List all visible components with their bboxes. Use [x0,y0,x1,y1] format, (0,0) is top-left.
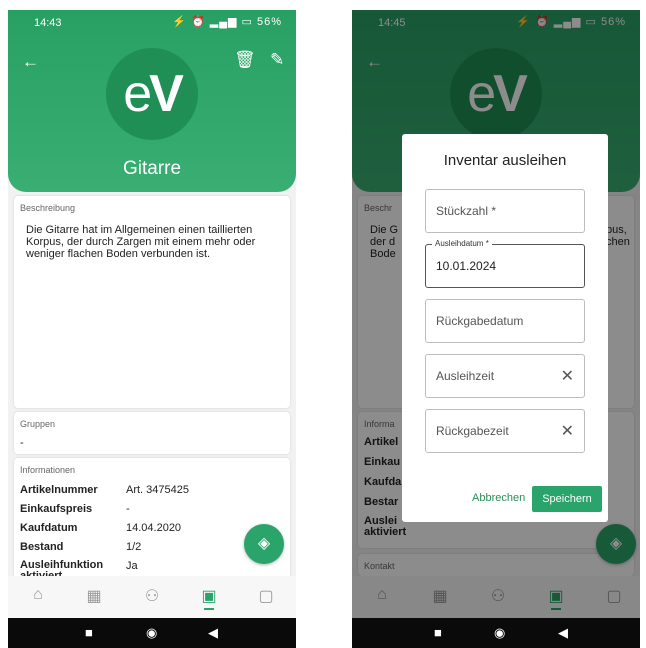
loan-date-label: Ausleihdatum * [432,239,492,248]
info-row: Einkaufspreis - [20,503,280,517]
information-label: Informationen [20,465,76,475]
logo-letter-v: V [149,65,184,123]
back-arrow-icon[interactable]: ← [22,52,39,72]
groups-label: Gruppen [20,419,56,429]
info-value: 1/2 [126,541,142,553]
home-circle-icon[interactable]: ◉ [146,625,157,641]
save-button[interactable]: Speichern [532,486,602,512]
description-card: Beschreibung Die Gitarre hat im Allgemei… [14,196,290,408]
nav-contact-icon[interactable]: ▢ [254,586,278,608]
recent-apps-icon[interactable]: ■ [434,625,442,640]
ev-logo: eV [106,48,198,140]
groups-value: - [20,437,24,449]
nav-inventory-icon[interactable]: ▣ [197,586,221,608]
status-time: 14:43 [34,17,62,29]
status-bar: 14:43 ⚡ ⏰ ▂▄▆ ▭ 56% [8,10,296,36]
loan-date-field[interactable]: Ausleihdatum * 10.01.2024 [425,239,585,288]
info-row: Artikelnummer Art. 3475425 [20,484,280,498]
phone-screen-item-detail: 14:43 ⚡ ⏰ ▂▄▆ ▭ 56% ← 🗑 ✎ eV Gitarre Bes… [8,10,296,648]
system-navigation-bar: ■ ◉ ◀ [8,618,296,648]
system-back-icon[interactable]: ◀ [558,625,568,641]
clear-loan-time-icon[interactable]: ✕ [561,366,574,386]
description-label: Beschreibung [20,203,76,213]
info-value: Art. 3475425 [126,484,189,496]
bottom-navigation: ⌂ ▦ ⚇ ▣ ▢ [8,576,296,618]
info-row: Kaufdatum 14.04.2020 [20,522,280,536]
status-icons: ⚡ ⏰ ▂▄▆ ▭ 56% [172,16,282,28]
cancel-button[interactable]: Abbrechen [472,492,525,504]
system-navigation-bar: ■ ◉ ◀ [352,618,640,648]
dialog-title: Inventar ausleihen [443,152,567,169]
loan-time-field[interactable]: Ausleihzeit ✕ [425,354,585,398]
clear-return-time-icon[interactable]: ✕ [561,421,574,441]
nav-calendar-icon[interactable]: ▦ [82,586,106,608]
return-date-placeholder: Rückgabedatum [436,314,524,328]
return-time-placeholder: Rückgabezeit [436,424,509,438]
info-key: Einkaufspreis [20,503,93,515]
edit-pencil-icon[interactable]: ✎ [270,50,284,70]
nav-home-icon[interactable]: ⌂ [26,586,50,608]
recent-apps-icon[interactable]: ■ [85,625,93,640]
loan-time-placeholder: Ausleihzeit [436,369,495,383]
phone-screen-lend-dialog: 14:45 ⚡ ⏰ ▂▄▆ ▭ 56% ← eV Beschr Die G de… [352,10,640,648]
info-value: 14.04.2020 [126,522,182,534]
item-title: Gitarre [122,158,182,179]
quantity-placeholder: Stückzahl * [436,204,497,218]
home-circle-icon[interactable]: ◉ [494,625,505,641]
lend-tag-icon: ◈ [257,535,271,552]
info-row: Bestand 1/2 [20,541,280,555]
quantity-field[interactable]: Stückzahl * [425,189,585,233]
lend-inventory-dialog: Inventar ausleihen Stückzahl * Ausleihda… [402,134,608,522]
info-value: - [126,503,130,515]
loan-date-value: 10.01.2024 [436,259,497,273]
return-time-field[interactable]: Rückgabezeit ✕ [425,409,585,453]
lend-fab-button[interactable]: ◈ [244,524,284,564]
info-key: Artikelnummer [20,484,98,496]
nav-people-icon[interactable]: ⚇ [140,586,164,608]
nav-active-indicator [204,608,214,610]
information-card: Informationen Artikelnummer Art. 3475425… [14,458,290,578]
info-key: Kaufdatum [20,522,78,534]
logo-letter-e: e [123,65,152,123]
description-text: Die Gitarre hat im Allgemeinen einen tai… [26,224,256,260]
trash-icon[interactable]: 🗑 [234,50,256,70]
info-key: Bestand [20,541,64,553]
info-value: Ja [126,560,138,572]
return-date-field[interactable]: Rückgabedatum [425,299,585,343]
system-back-icon[interactable]: ◀ [208,625,218,641]
groups-card: Gruppen - [14,412,290,454]
item-header: 14:43 ⚡ ⏰ ▂▄▆ ▭ 56% ← 🗑 ✎ eV Gitarre [8,10,296,192]
